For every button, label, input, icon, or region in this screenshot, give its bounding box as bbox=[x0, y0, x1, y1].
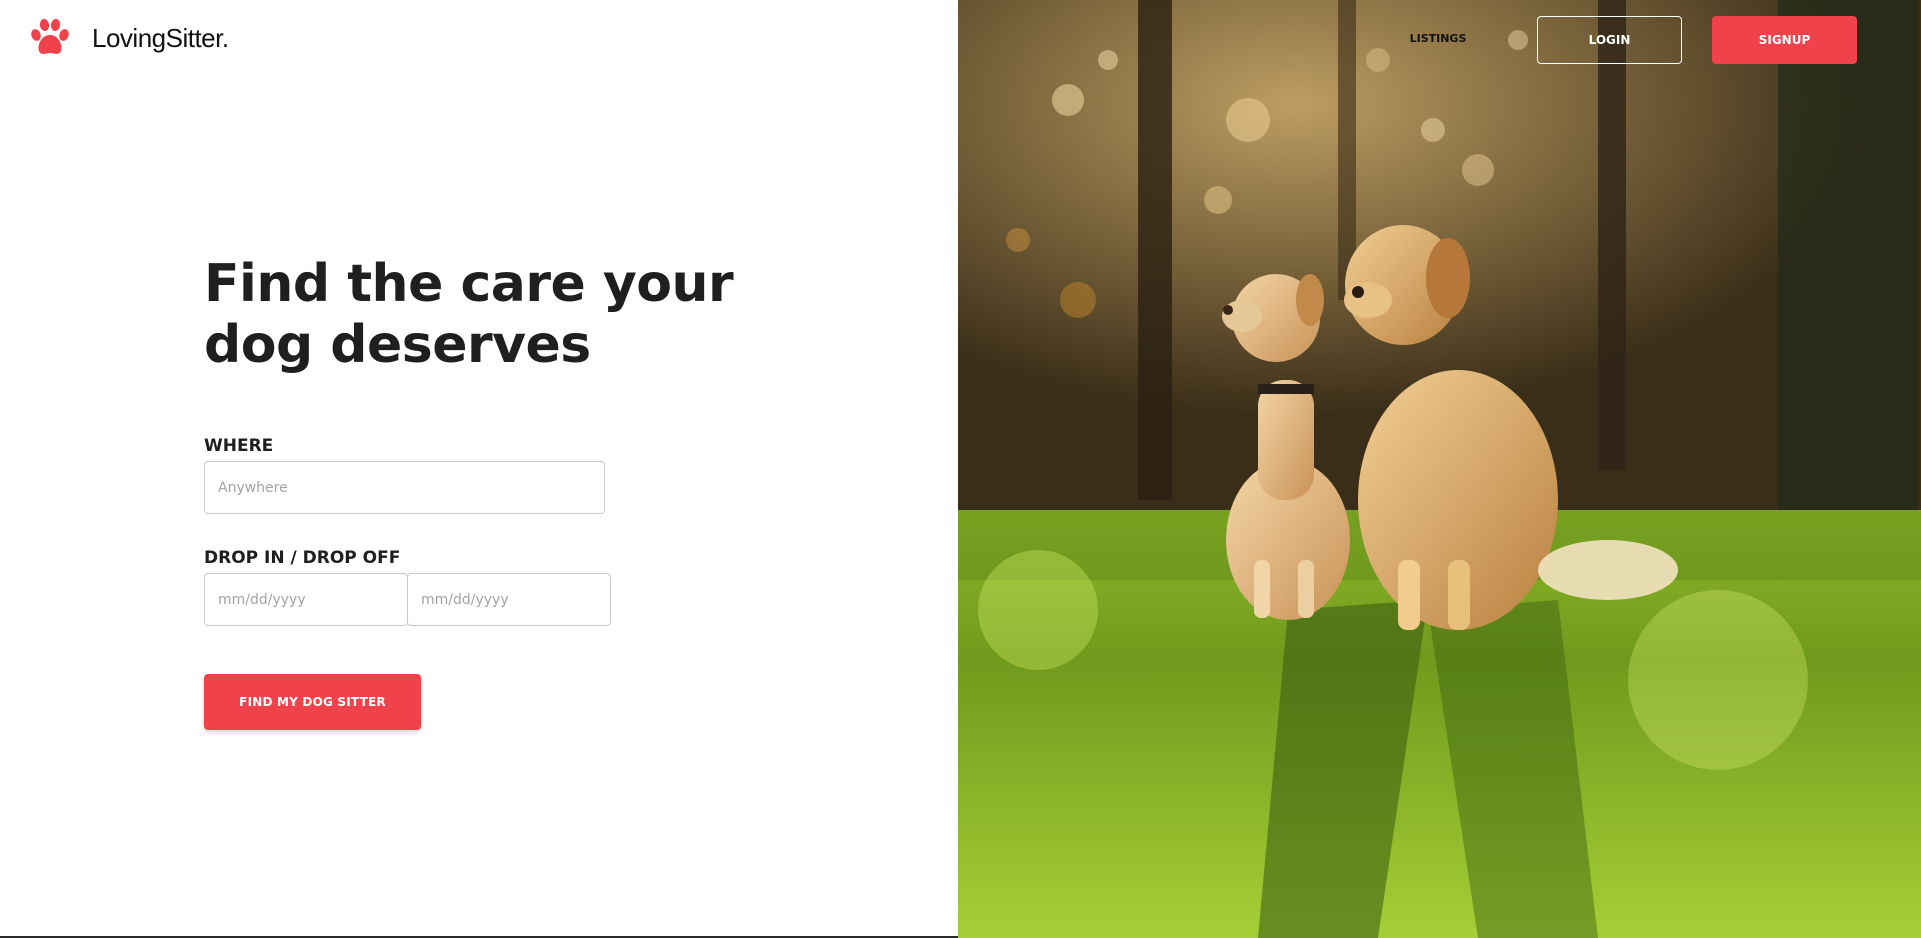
dates-label: DROP IN / DROP OFF bbox=[204, 548, 401, 568]
where-input[interactable] bbox=[204, 461, 605, 514]
landing-page: LovingSitter. Find the care your dog des… bbox=[0, 0, 1921, 938]
login-button[interactable]: LOGIN bbox=[1537, 16, 1682, 64]
hero-photo bbox=[958, 0, 1921, 938]
left-pane: LovingSitter. Find the care your dog des… bbox=[0, 0, 958, 938]
where-label: WHERE bbox=[204, 436, 274, 456]
brand-logo[interactable]: LovingSitter. bbox=[28, 18, 229, 58]
drop-in-date-input[interactable] bbox=[204, 573, 408, 626]
two-dogs-on-grass-photo bbox=[958, 0, 1921, 938]
hero-title: Find the care your dog deserves bbox=[204, 254, 734, 375]
find-dog-sitter-button[interactable]: FIND MY DOG SITTER bbox=[204, 674, 421, 730]
nav-listings-link[interactable]: LISTINGS bbox=[1408, 32, 1468, 45]
paw-icon bbox=[31, 19, 69, 54]
signup-button[interactable]: SIGNUP bbox=[1712, 16, 1857, 64]
drop-off-date-input[interactable] bbox=[407, 573, 611, 626]
brand-name: LovingSitter. bbox=[92, 22, 229, 53]
